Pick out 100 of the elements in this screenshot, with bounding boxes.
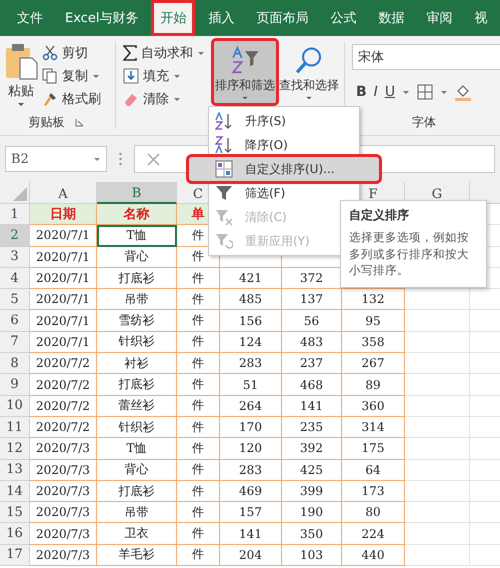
row-header[interactable]: 16: [0, 523, 30, 545]
ribbon-tab[interactable]: 开始: [151, 0, 196, 36]
row-header[interactable]: 11: [0, 416, 30, 438]
fill-button[interactable]: 填充: [123, 66, 209, 86]
underline-button[interactable]: U: [384, 84, 396, 100]
autosum-button[interactable]: 自动求和: [123, 43, 209, 63]
table-cell: 2020/7/1: [30, 332, 97, 354]
caret-icon: [17, 102, 25, 107]
table-cell: 120: [220, 438, 282, 460]
font-name-field[interactable]: 宋体: [352, 44, 500, 70]
row-header[interactable]: 10: [0, 396, 30, 417]
bold-button[interactable]: B: [356, 84, 367, 100]
ribbon-tab[interactable]: Excel与财务: [56, 0, 148, 36]
paste-button[interactable]: 粘贴: [4, 40, 38, 109]
table-cell: [405, 416, 470, 438]
sort-descending-icon: [215, 136, 233, 154]
group-label: 字体: [412, 114, 436, 131]
table-cell: 103: [282, 544, 342, 566]
scissors-icon: [42, 45, 58, 61]
reapply-filter-icon: [215, 232, 233, 250]
table-cell: 469: [220, 480, 282, 502]
clipboard-icon: [4, 42, 38, 80]
table-cell: 吊带: [97, 289, 177, 310]
table-cell: 针织衫: [97, 416, 177, 438]
dialog-launcher-icon[interactable]: [74, 118, 84, 127]
row-header[interactable]: 2: [0, 225, 30, 247]
ribbon-tab[interactable]: 视: [465, 0, 496, 36]
table-cell: 64: [342, 460, 405, 481]
row-header[interactable]: 1: [0, 204, 30, 226]
table-cell: 件: [177, 544, 220, 566]
table-cell: 156: [220, 310, 282, 332]
menu-item[interactable]: 自定义排序(U)...: [189, 157, 379, 181]
ribbon-tab[interactable]: 数据: [369, 0, 414, 36]
table-cell: 件: [177, 460, 220, 481]
selected-cell[interactable]: T恤: [97, 225, 177, 247]
row-header[interactable]: 3: [0, 246, 30, 268]
ribbon-tab[interactable]: 审阅: [417, 0, 462, 36]
menu-item[interactable]: 降序(O): [209, 133, 294, 157]
ribbon-tab[interactable]: 文件: [8, 0, 52, 36]
table-cell: 2020/7/3: [30, 480, 97, 502]
table-cell: [405, 523, 470, 545]
menu-item[interactable]: 升序(S): [209, 109, 292, 133]
row-header[interactable]: 8: [0, 353, 30, 374]
table-cell: 267: [342, 353, 405, 374]
column-header[interactable]: B: [97, 182, 177, 204]
column-header[interactable]: A: [30, 182, 97, 204]
row-header[interactable]: 4: [0, 268, 30, 290]
corner-header[interactable]: [0, 182, 30, 204]
clear-filter-icon: [215, 208, 233, 226]
borders-icon[interactable]: [417, 84, 434, 100]
row-header[interactable]: 9: [0, 374, 30, 396]
table-cell: 350: [282, 523, 342, 545]
ribbon-tab[interactable]: 插入: [199, 0, 244, 36]
ribbon-tab[interactable]: 页面布局: [247, 0, 318, 36]
table-cell: 190: [282, 502, 342, 524]
tooltip-text: 选择更多选项，例如按多列或多行排序和按大小写排序。: [349, 229, 470, 280]
clear-button[interactable]: 清除: [123, 89, 209, 109]
fill-color-icon[interactable]: [455, 83, 472, 101]
row-header[interactable]: 7: [0, 332, 30, 354]
table-cell: 80: [342, 502, 405, 524]
table-cell: 打底衫: [97, 268, 177, 290]
table-cell: 51: [220, 374, 282, 396]
eraser-icon: [123, 91, 139, 107]
sigma-icon: [123, 45, 137, 61]
cut-button[interactable]: 剪切: [42, 43, 101, 63]
table-cell: 485: [220, 289, 282, 310]
table-cell: 件: [177, 353, 220, 374]
table-cell: 2020/7/3: [30, 460, 97, 481]
group-label: 剪贴板: [28, 114, 64, 131]
table-cell: 173: [342, 480, 405, 502]
name-box[interactable]: B2: [5, 146, 107, 172]
grip-icon: [119, 152, 122, 166]
row-header[interactable]: 12: [0, 438, 30, 460]
italic-button[interactable]: I: [374, 84, 378, 100]
row-header[interactable]: 17: [0, 544, 30, 566]
copy-button[interactable]: 复制: [42, 66, 101, 86]
cancel-icon[interactable]: [147, 152, 160, 166]
table-cell: 衬衫: [97, 353, 177, 374]
row-header[interactable]: 14: [0, 480, 30, 502]
select-all-icon[interactable]: [13, 187, 27, 201]
sort-filter-button[interactable]: 排序和筛选: [213, 40, 277, 104]
table-cell: 2020/7/1: [30, 225, 97, 247]
table-cell: 针织衫: [97, 332, 177, 354]
row-header[interactable]: 15: [0, 502, 30, 524]
find-select-button[interactable]: 查找和选择: [277, 40, 341, 104]
table-cell: [405, 353, 470, 374]
table-cell: [405, 480, 470, 502]
table-cell: 137: [282, 289, 342, 310]
table-cell: [405, 502, 470, 524]
format-painter-button[interactable]: 格式刷: [42, 89, 101, 109]
brush-icon: [42, 91, 58, 107]
table-cell: 392: [282, 438, 342, 460]
row-header[interactable]: 6: [0, 310, 30, 332]
row-header[interactable]: 5: [0, 289, 30, 310]
table-cell: 170: [220, 416, 282, 438]
table-cell: 175: [342, 438, 405, 460]
table-cell: 件: [177, 480, 220, 502]
ribbon-tab[interactable]: 公式: [321, 0, 366, 36]
table-cell: 吊带: [97, 502, 177, 524]
row-header[interactable]: 13: [0, 460, 30, 481]
